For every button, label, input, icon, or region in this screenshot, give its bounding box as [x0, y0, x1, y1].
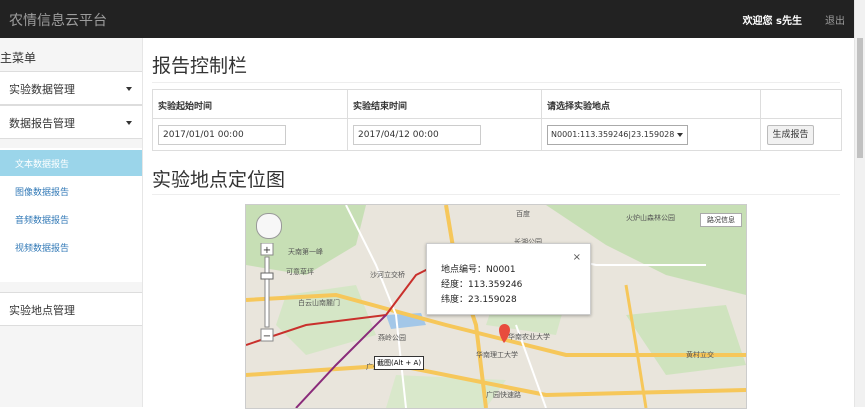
popup-latitude: 纬度：23.159028: [441, 295, 517, 305]
select-arrow-icon: [677, 133, 683, 137]
map-label: 燕岭公园: [378, 334, 406, 342]
map-label: 可意草坪: [286, 268, 314, 276]
welcome-text: 欢迎您 s先生: [742, 16, 802, 27]
menu-location-management[interactable]: 实验地点管理: [0, 292, 142, 326]
scrollbar-thumb[interactable]: [857, 38, 863, 158]
divider: [152, 194, 840, 195]
map-green-area: [626, 305, 746, 375]
sidebar-title: 主菜单: [0, 51, 37, 65]
zoom-slider[interactable]: + −: [260, 243, 274, 343]
cell-end: 2017/04/12 00:00: [348, 119, 542, 151]
divider: [152, 82, 840, 83]
menu-report-management[interactable]: 数据报告管理: [0, 105, 142, 139]
cell-start: 2017/01/01 00:00: [153, 119, 348, 151]
map-label: 百度: [516, 210, 530, 218]
end-time-input[interactable]: 2017/04/12 00:00: [353, 125, 481, 145]
submenu-audio-report[interactable]: 音频数据报告: [0, 206, 142, 232]
header-start-time: 实验起始时间: [153, 90, 348, 118]
map-label: 华南理工大学: [476, 351, 518, 359]
cell-action: 生成报告: [761, 119, 841, 151]
svg-text:−: −: [263, 331, 271, 342]
location-select-value: N0001:113.359246|23.159028: [551, 130, 675, 139]
popup-longitude: 经度：113.359246: [441, 280, 523, 290]
map-label: 黄村立交: [686, 351, 714, 359]
generate-report-button[interactable]: 生成报告: [767, 125, 814, 145]
map-label: 沙河立交桥: [370, 271, 405, 279]
submenu-image-report[interactable]: 图像数据报告: [0, 178, 142, 204]
sidebar: 主菜单 实验数据管理 数据报告管理 文本数据报告 图像数据报告 音频数据报告 视…: [0, 38, 143, 407]
page-scrollbar[interactable]: [854, 0, 865, 407]
brand-title[interactable]: 农情信息云平台: [9, 10, 107, 30]
map-label: 天南第一峰: [288, 248, 323, 256]
report-submenu: 文本数据报告 图像数据报告 音频数据报告 视频数据报告: [0, 148, 142, 282]
submenu-label: 音频数据报告: [15, 216, 70, 226]
menu-label: 实验地点管理: [9, 304, 75, 317]
pan-control-icon[interactable]: [256, 213, 282, 239]
map-label: 华南农业大学: [508, 333, 550, 341]
map-label: 广园快速路: [486, 391, 521, 399]
location-info-popup: × 地点编号：N0001 经度：113.359246 纬度：23.159028: [426, 243, 591, 315]
submenu-text-report[interactable]: 文本数据报告: [0, 150, 142, 176]
submenu-label: 图像数据报告: [15, 188, 70, 198]
map-road-major: [624, 284, 648, 408]
traffic-info-button[interactable]: 路况信息: [700, 213, 742, 227]
screenshot-tooltip: 截图(Alt + A): [374, 356, 425, 370]
header-end-time: 实验结束时间: [348, 90, 542, 118]
menu-label: 数据报告管理: [9, 117, 75, 130]
cell-location: N0001:113.359246|23.159028: [542, 119, 761, 151]
logout-link[interactable]: 退出: [825, 12, 845, 27]
report-control-title: 报告控制栏: [152, 55, 248, 77]
map-label: 白云山南麓门: [298, 299, 340, 307]
svg-text:+: +: [263, 245, 271, 256]
close-icon[interactable]: ×: [573, 252, 581, 263]
caret-down-icon: [126, 87, 132, 91]
start-time-input[interactable]: 2017/01/01 00:00: [158, 125, 286, 145]
map-label: 火炉山森林公园: [626, 214, 675, 222]
menu-label: 实验数据管理: [9, 83, 75, 96]
popup-location-id: 地点编号：N0001: [441, 265, 516, 275]
top-navbar: 农情信息云平台 欢迎您 s先生 退出: [0, 0, 855, 38]
submenu-video-report[interactable]: 视频数据报告: [0, 234, 142, 260]
menu-experiment-data[interactable]: 实验数据管理: [0, 71, 142, 105]
control-row: 2017/01/01 00:00 2017/04/12 00:00 N0001:…: [153, 118, 841, 151]
map-section-title: 实验地点定位图: [152, 169, 286, 191]
location-select[interactable]: N0001:113.359246|23.159028: [547, 125, 688, 145]
submenu-label: 文本数据报告: [15, 160, 70, 170]
header-location: 请选择实验地点: [542, 90, 761, 118]
location-map[interactable]: + − 天南第一峰 可意草坪 沙河立交桥 白云山南麓门 广州东站 燕岭公园 长湖…: [245, 204, 747, 409]
submenu-label: 视频数据报告: [15, 244, 70, 254]
control-table: 实验起始时间 实验结束时间 请选择实验地点 2017/01/01 00:00 2…: [152, 89, 842, 151]
caret-down-icon: [126, 121, 132, 125]
